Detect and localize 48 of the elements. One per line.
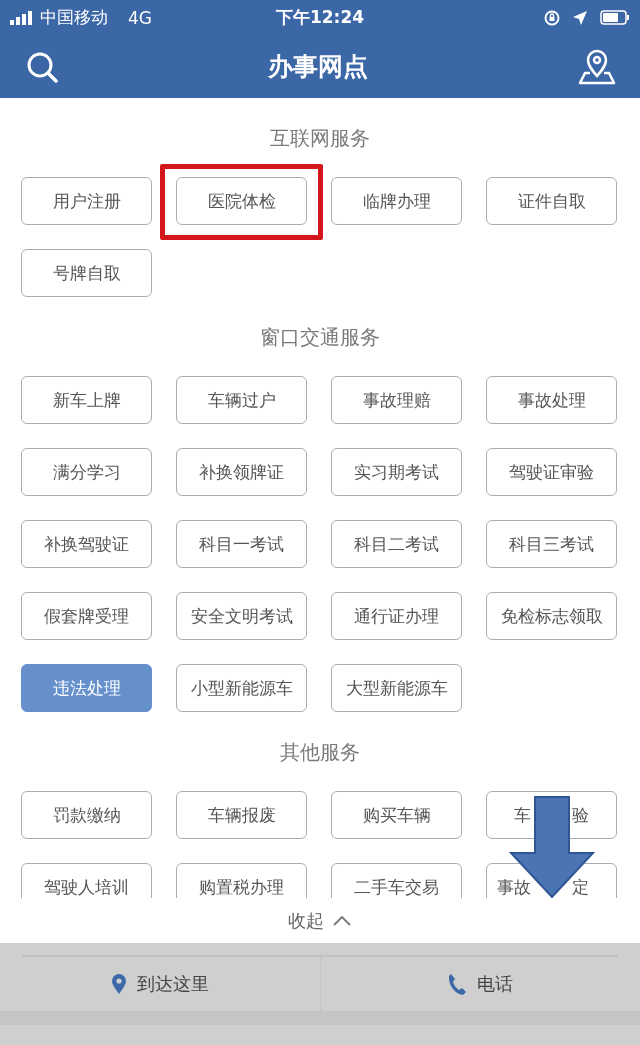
- chevron-up-icon[interactable]: [332, 914, 352, 927]
- service-button[interactable]: 大型新能源车: [331, 664, 462, 712]
- service-button[interactable]: 二手车交易: [331, 863, 462, 898]
- service-button[interactable]: 通行证办理: [331, 592, 462, 640]
- service-button[interactable]: 驾驶证审验: [486, 448, 617, 496]
- service-button[interactable]: 事故理赔: [331, 376, 462, 424]
- service-button[interactable]: 号牌自取: [21, 249, 152, 297]
- service-button[interactable]: 科目二考试: [331, 520, 462, 568]
- service-button[interactable]: 医院体检: [176, 177, 307, 225]
- collapse-label[interactable]: 收起: [288, 908, 324, 933]
- service-button[interactable]: 满分学习: [21, 448, 152, 496]
- rotation-lock-icon: [544, 9, 560, 26]
- service-button[interactable]: 新车上牌: [21, 376, 152, 424]
- network-type: 4G: [128, 7, 152, 28]
- service-button[interactable]: 临牌办理: [331, 177, 462, 225]
- battery-icon: [600, 10, 630, 25]
- service-button[interactable]: 补换驾驶证: [21, 520, 152, 568]
- service-button[interactable]: 证件自取: [486, 177, 617, 225]
- map-pin-icon[interactable]: [578, 48, 616, 85]
- section-title: 其他服务: [280, 739, 360, 766]
- service-button[interactable]: 实习期考试: [331, 448, 462, 496]
- service-button[interactable]: 假套牌受理: [21, 592, 152, 640]
- service-button[interactable]: 小型新能源车: [176, 664, 307, 712]
- service-button[interactable]: 购买车辆: [331, 791, 462, 839]
- service-button[interactable]: 事故处理: [486, 376, 617, 424]
- page-title: 办事网点: [268, 51, 368, 83]
- location-pin-icon[interactable]: [110, 973, 127, 995]
- action-label[interactable]: 电话: [477, 972, 514, 996]
- service-button[interactable]: 购置税办理: [176, 863, 307, 898]
- service-button[interactable]: 科目三考试: [486, 520, 617, 568]
- service-button[interactable]: 补换领牌证: [176, 448, 307, 496]
- search-icon[interactable]: [26, 50, 58, 83]
- service-button[interactable]: 科目一考试: [176, 520, 307, 568]
- service-button[interactable]: 安全文明考试: [176, 592, 307, 640]
- phone-icon[interactable]: [447, 973, 468, 995]
- service-button[interactable]: 罚款缴纳: [21, 791, 152, 839]
- carrier-name: 中国移动: [40, 6, 108, 29]
- section-title: 窗口交通服务: [260, 324, 380, 351]
- service-button[interactable]: 驾驶人培训: [21, 863, 152, 898]
- location-arrow-icon: [572, 9, 588, 26]
- clock: 下午12:24: [275, 6, 365, 29]
- service-button[interactable]: 免检标志领取: [486, 592, 617, 640]
- section-title: 互联网服务: [270, 125, 370, 152]
- signal-icon: [10, 10, 34, 25]
- service-button[interactable]: 车辆报废: [176, 791, 307, 839]
- action-label[interactable]: 到达这里: [136, 972, 209, 996]
- service-button[interactable]: 车辆过户: [176, 376, 307, 424]
- service-button[interactable]: 用户注册: [21, 177, 152, 225]
